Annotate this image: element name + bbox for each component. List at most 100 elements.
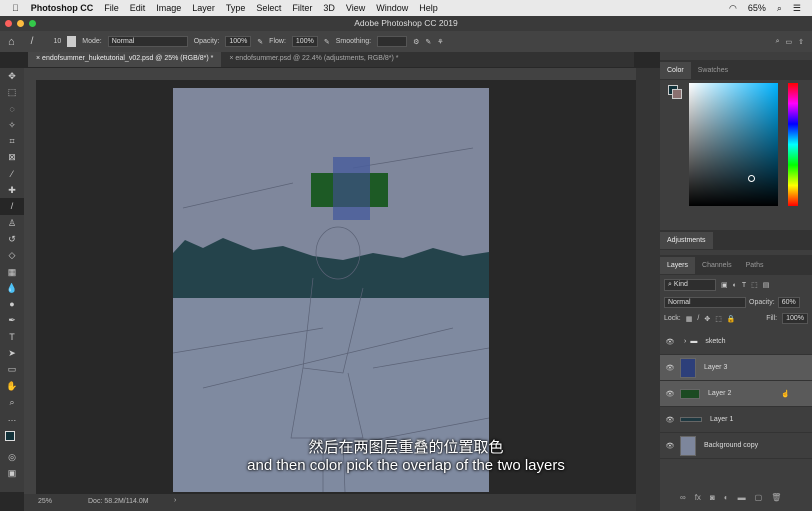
home-icon[interactable]: ⌂ [8, 36, 15, 48]
lock-transparency-icon[interactable]: ▦ [686, 315, 693, 323]
zoom-level[interactable]: 25% [38, 498, 52, 505]
search-icon[interactable]: ⌕ [777, 3, 782, 14]
visibility-eye-icon[interactable]: 👁 [660, 442, 680, 450]
color-picker-marker[interactable] [748, 175, 755, 182]
status-menu-arrow[interactable]: › [174, 497, 176, 504]
lock-image-icon[interactable]: / [697, 315, 699, 322]
tab-paths[interactable]: Paths [739, 257, 771, 274]
menu-edit[interactable]: Edit [130, 3, 146, 13]
move-tool-icon[interactable]: ✥ [0, 68, 24, 84]
apple-icon[interactable]:  [12, 3, 19, 13]
background-color-swatch[interactable] [672, 89, 682, 99]
search-icon[interactable]: ⌕ [776, 38, 780, 46]
history-brush-icon[interactable]: ↺ [0, 231, 24, 247]
zoom-window-button[interactable] [29, 20, 36, 27]
menu-file[interactable]: File [104, 3, 119, 13]
gear-icon[interactable]: ⚙ [413, 38, 419, 46]
hue-slider[interactable] [788, 83, 798, 206]
filter-shape-icon[interactable]: ⬚ [751, 281, 758, 289]
filter-pixel-icon[interactable]: ▣ [721, 281, 728, 289]
layer-row-layer1[interactable]: 👁 Layer 1 [660, 407, 812, 433]
eraser-tool-icon[interactable]: ◇ [0, 247, 24, 263]
tab-channels[interactable]: Channels [695, 257, 739, 274]
screen-mode-icon[interactable]: ▣ [0, 465, 24, 481]
list-icon[interactable]: ☰ [793, 3, 801, 14]
menu-window[interactable]: Window [376, 3, 408, 13]
layer-row-layer3[interactable]: 👁 Layer 3 [660, 355, 812, 381]
brush-size[interactable]: 10 [53, 38, 61, 45]
lasso-tool-icon[interactable]: ◌ [0, 101, 24, 117]
wifi-icon[interactable]: ◠ [729, 3, 737, 14]
layer-row-layer2[interactable]: 👁 Layer 2 ☝ [660, 381, 812, 407]
menu-select[interactable]: Select [256, 3, 281, 13]
stamp-tool-icon[interactable]: ♙ [0, 215, 24, 231]
path-select-tool-icon[interactable]: ➤ [0, 345, 24, 361]
zoom-tool-icon[interactable]: ⌕ [0, 394, 24, 410]
pressure-size-icon[interactable]: ✎ [425, 38, 431, 46]
group-expand-chevron[interactable]: › [684, 338, 686, 345]
menu-view[interactable]: View [346, 3, 365, 13]
mode-select[interactable]: Normal [107, 36, 188, 47]
lock-position-icon[interactable]: ✥ [704, 315, 710, 323]
menu-app[interactable]: Photoshop CC [31, 3, 94, 13]
menu-image[interactable]: Image [156, 3, 181, 13]
visibility-eye-icon[interactable]: 👁 [660, 416, 680, 424]
gradient-tool-icon[interactable]: ▦ [0, 264, 24, 280]
visibility-eye-icon[interactable]: 👁 [660, 338, 680, 346]
brush-tool-icon[interactable]: / [0, 198, 24, 215]
frame-tool-icon[interactable]: ⊠ [0, 149, 24, 165]
layer-row-background-copy[interactable]: 👁 Background copy [660, 433, 812, 459]
layer-filter-select[interactable]: ⌕ Kind [664, 279, 716, 291]
menu-type[interactable]: Type [226, 3, 246, 13]
mask-icon[interactable]: ◙ [710, 493, 715, 502]
link-icon[interactable]: ∞ [680, 493, 686, 502]
new-layer-icon[interactable]: ▢ [755, 493, 763, 502]
battery-level[interactable]: 65% [748, 3, 766, 13]
eyedropper-tool-icon[interactable]: ⁄ [0, 166, 24, 182]
marquee-tool-icon[interactable]: ⬚ [0, 84, 24, 100]
tab-color[interactable]: Color [660, 61, 691, 79]
color-field[interactable] [689, 83, 778, 206]
new-group-icon[interactable]: ▬ [738, 493, 746, 502]
menu-help[interactable]: Help [419, 3, 438, 13]
flow-field[interactable]: 100% [291, 36, 318, 47]
layer-row-sketch[interactable]: 👁 › ▬ sketch [660, 329, 812, 355]
type-tool-icon[interactable]: T [0, 329, 24, 345]
document-canvas[interactable] [173, 88, 489, 492]
tab-layers[interactable]: Layers [660, 256, 696, 274]
minimize-window-button[interactable] [17, 20, 24, 27]
shape-tool-icon[interactable]: ▭ [0, 361, 24, 377]
fill-field[interactable]: 100% [782, 313, 808, 324]
blend-mode-select[interactable]: Normal [664, 297, 746, 308]
airbrush-icon[interactable]: ✎ [324, 38, 330, 46]
foreground-color-swatch[interactable] [0, 427, 24, 449]
crop-tool-icon[interactable]: ⌗ [0, 133, 24, 149]
more-tools-icon[interactable]: … [0, 410, 24, 426]
layer-opacity-field[interactable]: 60% [777, 297, 800, 308]
trash-icon[interactable]: 🗑 [771, 493, 781, 502]
quick-select-tool-icon[interactable]: ✧ [0, 117, 24, 133]
brush-panel-icon[interactable] [67, 36, 77, 47]
lock-all-icon[interactable]: 🔒 [727, 315, 736, 323]
hand-tool-icon[interactable]: ✋ [0, 378, 24, 394]
opacity-field[interactable]: 100% [225, 36, 252, 47]
tab-document-2[interactable]: × endofsummer.psd @ 22.4% (adjustments, … [221, 52, 406, 67]
dodge-tool-icon[interactable]: ● [0, 296, 24, 312]
adjustment-layer-icon[interactable]: ◐ [724, 493, 729, 502]
blur-tool-icon[interactable]: 💧 [0, 280, 24, 296]
symmetry-icon[interactable]: ⚘ [437, 38, 443, 46]
workspace-icon[interactable]: ▭ [786, 38, 793, 46]
menu-layer[interactable]: Layer [192, 3, 215, 13]
healing-tool-icon[interactable]: ✚ [0, 182, 24, 198]
tab-document-1[interactable]: × endofsummer_huketutorial_v02.psd @ 25%… [28, 52, 222, 67]
pen-tool-icon[interactable]: ✒ [0, 312, 24, 328]
fx-icon[interactable]: fx [695, 493, 701, 502]
lock-artboard-icon[interactable]: ⬚ [715, 315, 722, 323]
tab-swatches[interactable]: Swatches [691, 62, 735, 79]
adjustments-panel-tab[interactable]: Adjustments [660, 231, 713, 249]
menu-3d[interactable]: 3D [323, 3, 335, 13]
filter-smart-icon[interactable]: ▤ [763, 281, 770, 289]
visibility-eye-icon[interactable]: 👁 [660, 364, 680, 372]
menu-filter[interactable]: Filter [292, 3, 312, 13]
brush-icon[interactable]: / [31, 36, 34, 47]
